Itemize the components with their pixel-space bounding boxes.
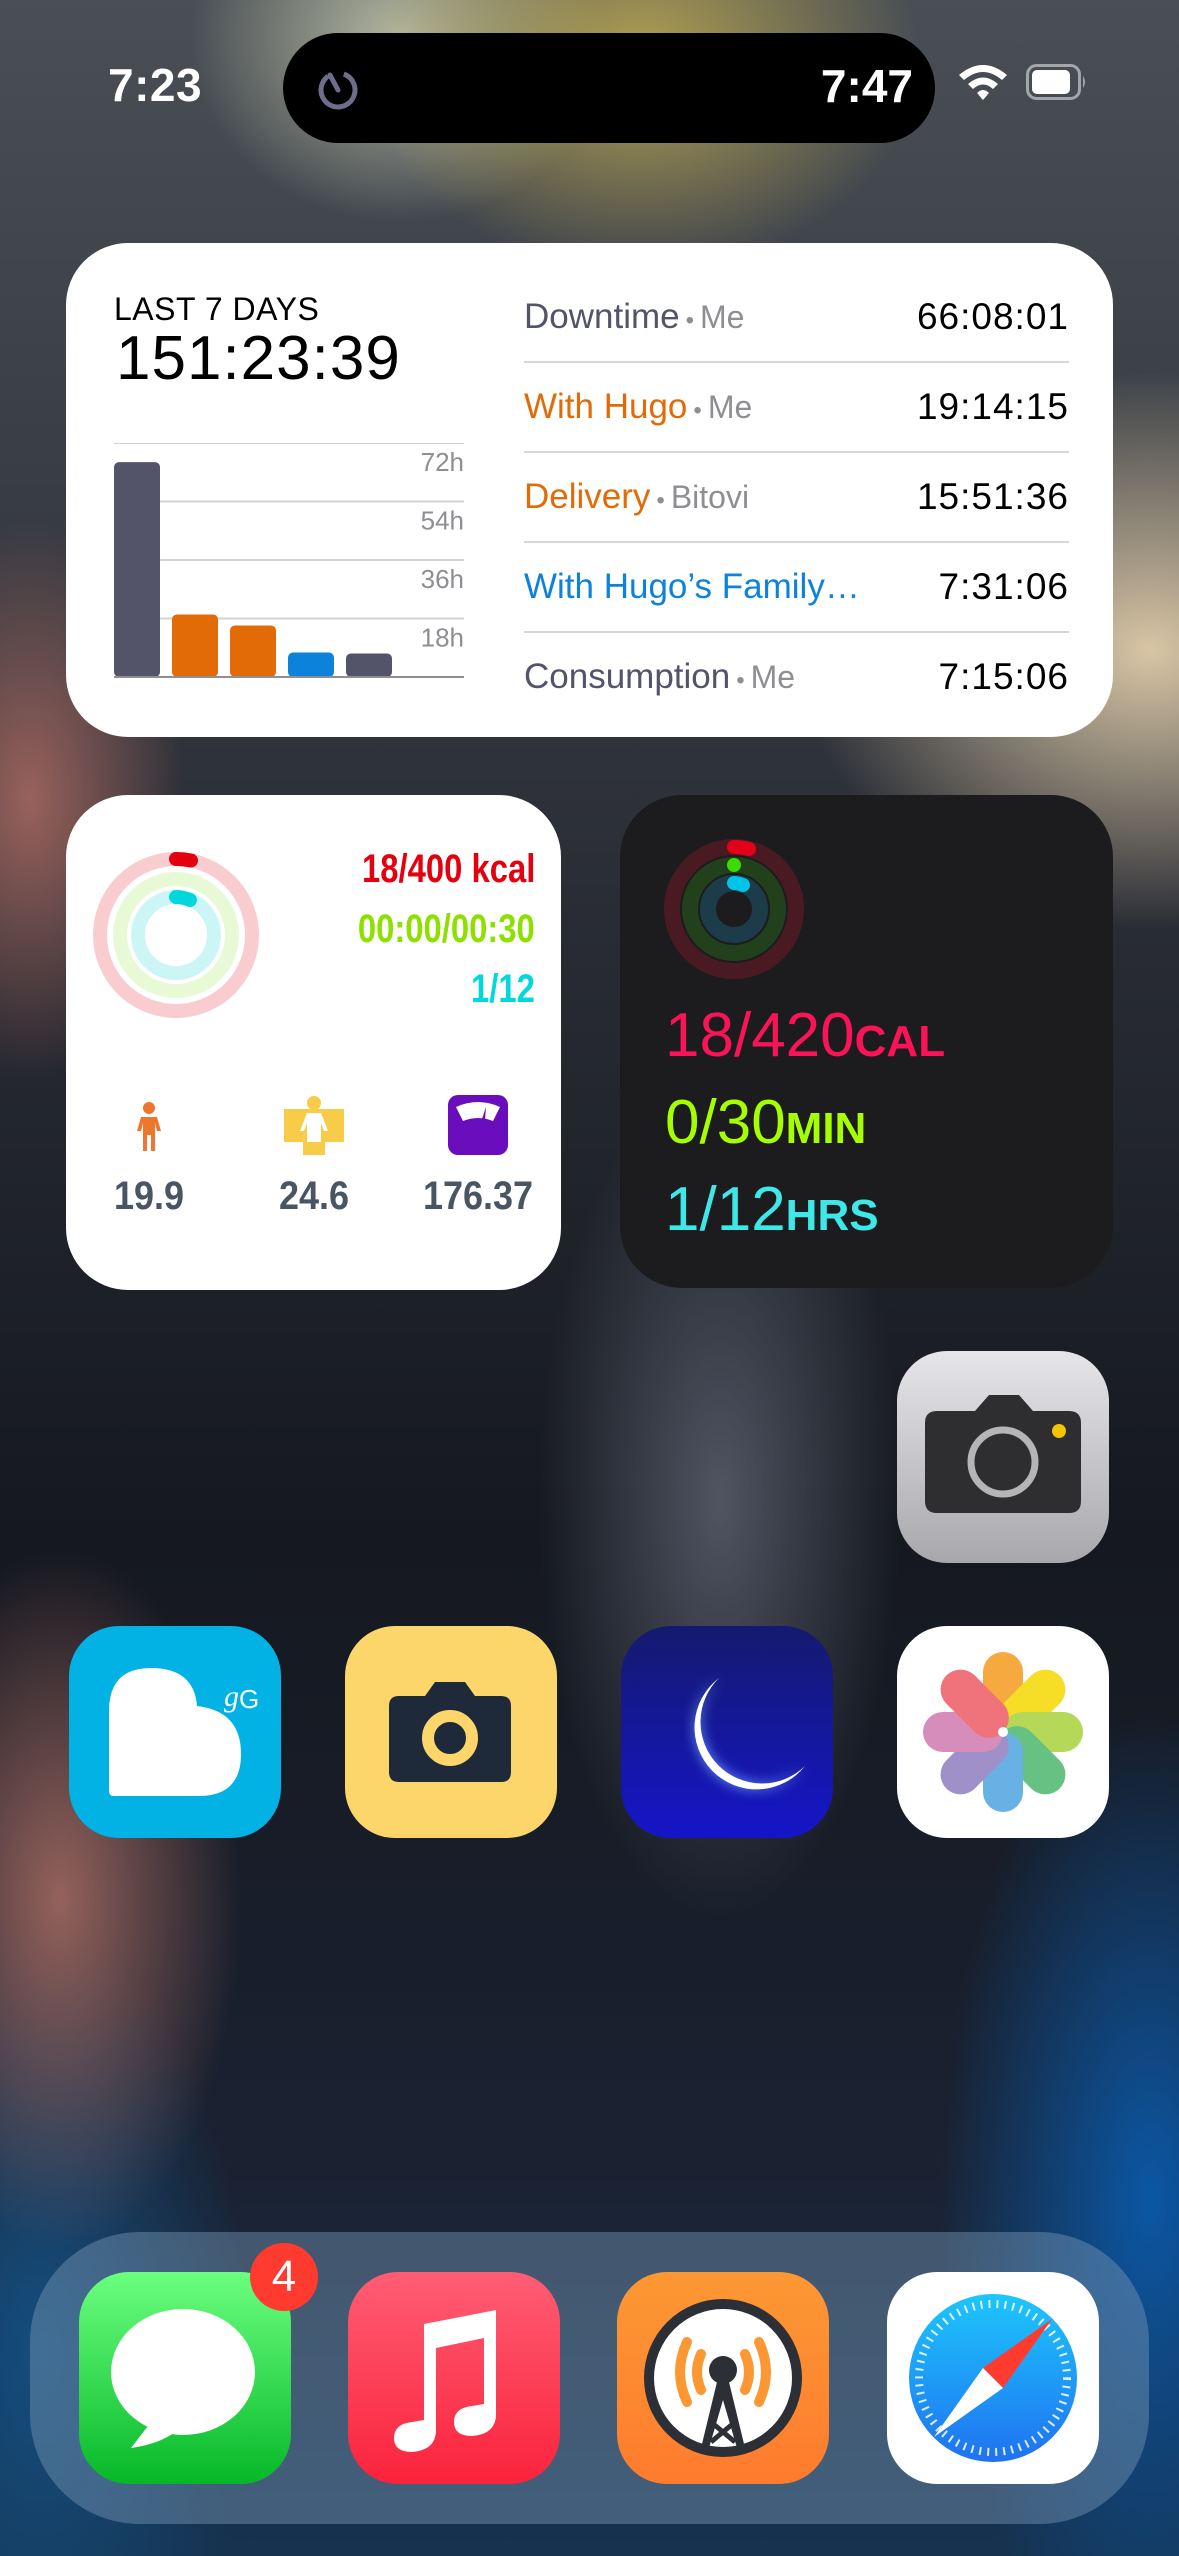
status-time: 7:23 bbox=[108, 59, 203, 111]
duration: 7:31:06 bbox=[938, 566, 1069, 607]
timing-widget[interactable]: LAST 7 DAYS 151:23:39 18h 36h 54h 72h Downt… bbox=[66, 243, 1113, 737]
music-note-icon bbox=[394, 2310, 496, 2452]
total-duration: 151:23:39 bbox=[116, 324, 401, 393]
exercise-unit: MIN bbox=[785, 1104, 867, 1153]
svg-text:G: G bbox=[239, 1684, 259, 1714]
move-line: 18/420CAL bbox=[665, 1000, 945, 1071]
category-name: With Hugo bbox=[524, 387, 688, 426]
compass-icon bbox=[909, 2294, 1077, 2462]
dynamic-island[interactable]: 7:47 bbox=[283, 33, 935, 143]
owner: Bitovi bbox=[670, 479, 750, 515]
messages-icon bbox=[111, 2309, 255, 2448]
bar-chart: 18h 36h 54h 72h bbox=[114, 443, 464, 678]
live-activity-time: 7:47 bbox=[820, 60, 913, 112]
exercise-value: 0/30 bbox=[665, 1088, 786, 1157]
owner: Me bbox=[700, 299, 745, 335]
body-fat-metric: 19.9 bbox=[79, 1095, 219, 1219]
podcast-tower-icon bbox=[644, 2299, 802, 2457]
dock-overcast[interactable] bbox=[617, 2272, 829, 2484]
exercise-stat: 00:00/00:30 bbox=[358, 907, 535, 951]
stand-unit: HRS bbox=[785, 1191, 879, 1240]
list-item[interactable]: Delivery • Bitovi 15:51:36 bbox=[524, 453, 1069, 543]
bar-with-hugo-s-family bbox=[288, 652, 334, 677]
bar-with-hugo bbox=[172, 614, 218, 677]
category-name: With Hugo’s Family… bbox=[524, 567, 860, 606]
y-tick-label: 54h bbox=[421, 506, 464, 536]
metric-value: 24.6 bbox=[278, 1174, 350, 1218]
category-name: Consumption bbox=[524, 657, 731, 696]
bmi-metric: 24.6 bbox=[244, 1095, 384, 1219]
duration: 15:51:36 bbox=[916, 476, 1069, 517]
category-name: Downtime bbox=[524, 297, 680, 336]
activity-rings-light bbox=[93, 852, 259, 1018]
list-item[interactable]: With Hugo’s Family… 7:31:06 bbox=[524, 543, 1069, 633]
exercise-line: 0/30MIN bbox=[665, 1087, 866, 1158]
owner: Me bbox=[707, 389, 753, 425]
y-tick-label: 72h bbox=[421, 447, 464, 477]
notification-badge: 4 bbox=[250, 2243, 318, 2311]
dock-safari[interactable] bbox=[887, 2272, 1099, 2484]
stand-stat: 1/12 bbox=[471, 967, 535, 1011]
heart-g-icon: g G bbox=[109, 1668, 259, 1796]
svg-text:g: g bbox=[224, 1680, 239, 1713]
battery-icon bbox=[1026, 64, 1085, 100]
photos-flower-icon bbox=[923, 1652, 1083, 1812]
fitness-widget[interactable]: 18/400 kcal 00:00/00:30 1/12 19.9 24.6 1… bbox=[66, 795, 561, 1290]
y-tick-label: 18h bbox=[421, 623, 464, 653]
activity-widget[interactable]: 18/420CAL 0/30MIN 1/12HRS bbox=[620, 795, 1113, 1288]
move-stat: 18/400 kcal bbox=[361, 847, 535, 891]
camera-yellow-icon bbox=[389, 1682, 511, 1782]
y-tick-label: 36h bbox=[421, 564, 464, 594]
stand-value: 1/12 bbox=[665, 1175, 786, 1244]
body-shape-icon bbox=[284, 1096, 344, 1155]
app-sleep[interactable] bbox=[621, 1626, 833, 1838]
dock-messages[interactable] bbox=[79, 2272, 291, 2484]
scale-icon bbox=[448, 1095, 508, 1155]
owner: Me bbox=[750, 659, 796, 695]
stand-line: 1/12HRS bbox=[665, 1174, 879, 1245]
move-unit: CAL bbox=[854, 1017, 946, 1066]
list-item[interactable]: With Hugo • Me 19:14:15 bbox=[524, 363, 1069, 453]
bar-downtime bbox=[114, 462, 160, 677]
timer-icon bbox=[318, 70, 358, 110]
list-item[interactable]: Consumption • Me 7:15:06 bbox=[524, 633, 1069, 721]
wifi-icon bbox=[959, 65, 1007, 100]
app-photos[interactable] bbox=[897, 1626, 1109, 1838]
dock-music[interactable] bbox=[348, 2272, 560, 2484]
person-icon bbox=[137, 1102, 161, 1151]
app-glucose-buddy[interactable]: g G bbox=[69, 1626, 281, 1838]
category-name: Delivery bbox=[524, 477, 651, 516]
bar-consumption bbox=[346, 653, 392, 677]
duration: 7:15:06 bbox=[938, 656, 1069, 697]
activity-rings-dark bbox=[664, 839, 804, 979]
duration: 19:14:15 bbox=[916, 386, 1069, 427]
duration: 66:08:01 bbox=[916, 296, 1069, 337]
category-list: Downtime • Me 66:08:01 With Hugo • Me 19:14:… bbox=[524, 273, 1069, 721]
moon-icon bbox=[694, 1678, 805, 1790]
bar-delivery bbox=[230, 625, 276, 677]
list-item[interactable]: Downtime • Me 66:08:01 bbox=[524, 273, 1069, 363]
app-camera[interactable] bbox=[897, 1351, 1109, 1563]
weight-metric: 176.37 bbox=[408, 1095, 548, 1219]
camera-icon bbox=[925, 1395, 1081, 1513]
metric-value: 19.9 bbox=[113, 1174, 185, 1218]
metric-value: 176.37 bbox=[422, 1174, 534, 1218]
move-value: 18/420 bbox=[665, 1001, 855, 1070]
app-halide[interactable] bbox=[345, 1626, 557, 1838]
